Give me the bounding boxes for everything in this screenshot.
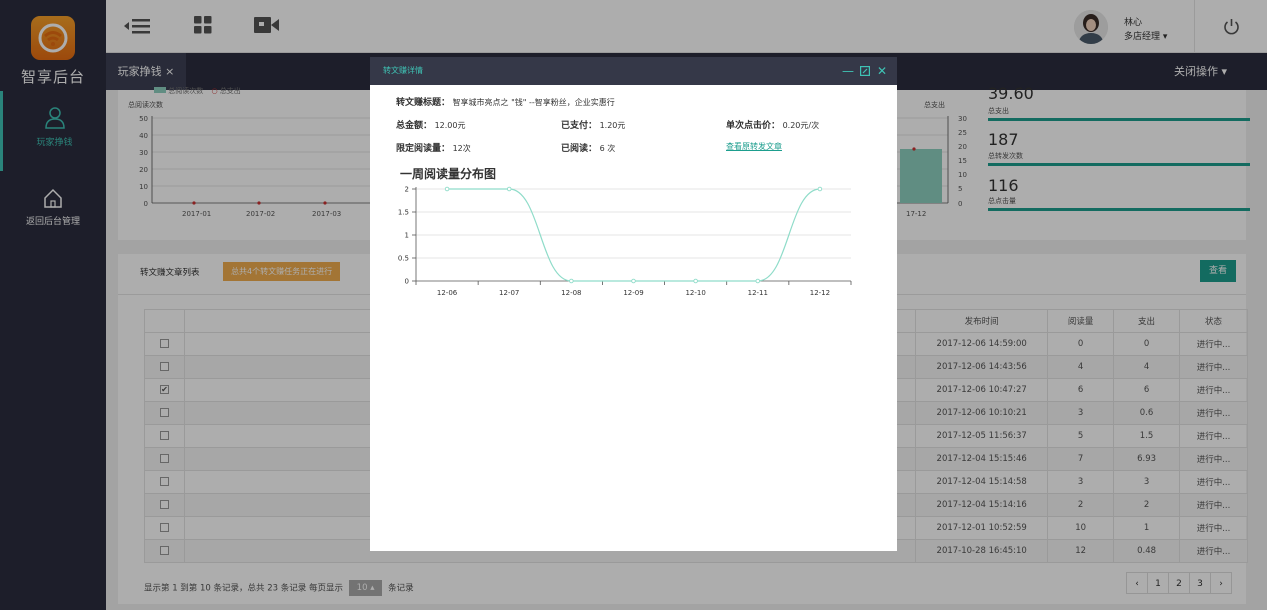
view-original-article-link[interactable]: 查看原转发文章 <box>726 142 782 151</box>
paid-row: 已支付： 1.20元 <box>561 118 625 131</box>
field-label: 转文赚标题： <box>396 98 451 108</box>
field-label: 已阅读： <box>561 144 598 154</box>
x-tick-label: 12-11 <box>748 289 768 297</box>
y-tick-label: 2 <box>405 186 409 194</box>
field-label: 总金额： <box>396 121 433 131</box>
paid-value: 1.20元 <box>599 121 626 130</box>
data-point <box>817 186 823 192</box>
weekly-read-chart: 2 1.5 1 0.5 0 12-06 12-07 12-08 12-09 12-10 12-11 1… <box>398 186 852 297</box>
data-point <box>631 278 636 284</box>
y-tick-label: 0 <box>405 278 409 286</box>
x-tick-label: 12-10 <box>685 289 705 297</box>
close-icon[interactable]: ✕ <box>877 57 887 85</box>
chart-title: 一周阅读量分布图 <box>400 167 497 181</box>
data-point <box>506 186 512 192</box>
x-tick-label: 12-12 <box>810 289 830 297</box>
data-point <box>569 278 574 284</box>
total-amount-row: 总金额： 12.00元 <box>396 118 465 131</box>
minimize-icon[interactable]: — <box>842 57 854 85</box>
maximize-icon[interactable] <box>860 66 870 76</box>
data-point <box>444 186 450 192</box>
article-title-row: 转文赚标题： 智享城市亮点之 "钱" --智享粉丝，企业实惠行 <box>396 95 615 108</box>
unit-price-value: 0.20元/次 <box>782 121 820 130</box>
y-tick-label: 1 <box>405 232 409 240</box>
x-tick-label: 12-09 <box>623 289 643 297</box>
read-limit-value: 12次 <box>452 144 471 153</box>
modal-header: 转文赚详情 — ✕ <box>370 57 897 85</box>
x-tick-label: 12-08 <box>561 289 581 297</box>
total-amount-value: 12.00元 <box>434 121 466 130</box>
y-tick-label: 0.5 <box>398 255 409 263</box>
field-label: 单次点击价： <box>726 121 781 131</box>
x-tick-label: 12-07 <box>499 289 519 297</box>
modal-title: 转文赚详情 <box>383 66 423 75</box>
read-count-row: 已阅读： 6 次 <box>561 141 615 154</box>
article-title-value: 智享城市亮点之 "钱" --智享粉丝，企业实惠行 <box>452 98 615 107</box>
data-point <box>755 278 761 284</box>
read-limit-row: 限定阅读量： 12次 <box>396 141 471 154</box>
article-detail-modal: 转文赚详情 — ✕ 转文赚标题： 智享城市亮点之 "钱" --智享粉丝，企业实惠… <box>370 57 897 551</box>
unit-price-row: 单次点击价： 0.20元/次 <box>726 118 819 131</box>
field-label: 已支付： <box>561 121 598 131</box>
read-count-value: 6 次 <box>599 144 616 153</box>
x-tick-label: 12-06 <box>437 289 458 297</box>
link-row: 查看原转发文章 <box>726 141 782 152</box>
data-point <box>693 278 698 284</box>
y-tick-label: 1.5 <box>398 209 409 217</box>
field-label: 限定阅读量： <box>396 144 451 154</box>
